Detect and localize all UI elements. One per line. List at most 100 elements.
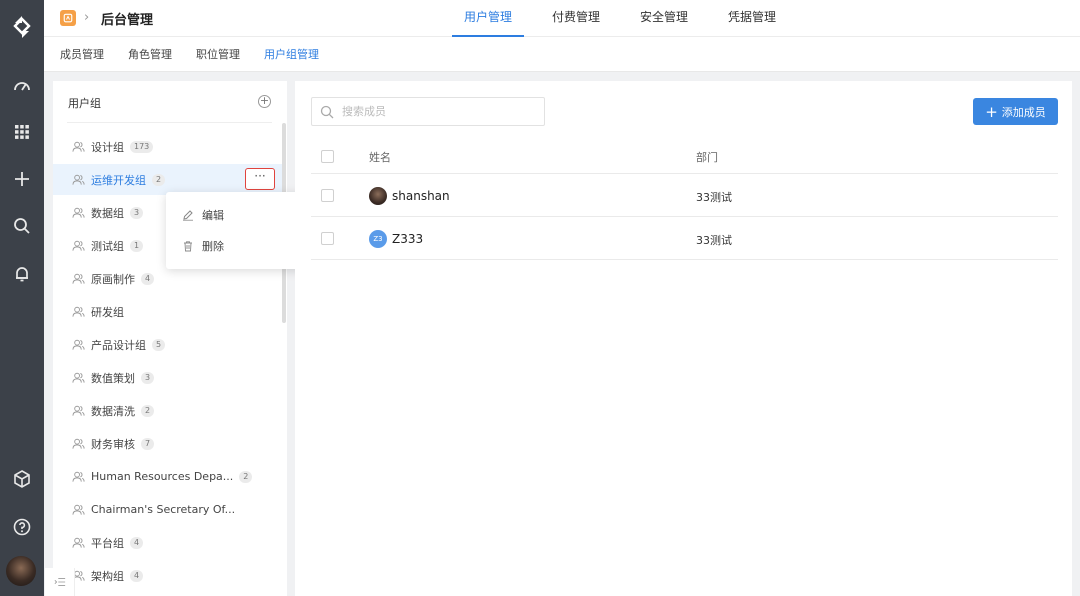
cube-icon[interactable] [11, 468, 33, 490]
group-name: 设计组 [91, 140, 124, 154]
group-item[interactable]: Human Resources Depa... 2 [53, 461, 282, 492]
group-name: 数据清洗 [91, 404, 135, 418]
users-icon [72, 207, 85, 218]
group-item[interactable]: 研发组 [53, 296, 282, 327]
group-count-badge: 1 [130, 239, 144, 252]
sub-nav: 成员管理 角色管理 职位管理 用户组管理 [44, 37, 1080, 72]
group-count-badge: 173 [130, 140, 154, 153]
users-icon [72, 339, 85, 350]
member-name: shanshan [392, 189, 450, 203]
member-avatar [369, 187, 387, 205]
tab-credential-management[interactable]: 凭据管理 [716, 0, 788, 37]
group-name: 架构组 [91, 569, 124, 583]
group-name: 数值策划 [91, 371, 135, 385]
group-panel: 用户组 + 设计组 173 运维开发组 2 ··· 数据组 3 测试组 1 原画制作 4 研发组 产品设… [53, 81, 287, 596]
member-name-cell: shanshan [369, 187, 450, 205]
list-indent-icon [54, 578, 65, 586]
add-group-icon[interactable]: + [258, 95, 271, 108]
main-content: + 添加成员 姓名 部门 shanshan 33测试 Z3 Z333 33测试 [295, 81, 1072, 596]
divider [67, 122, 272, 123]
group-item[interactable]: Chairman's Secretary Of... [53, 494, 282, 525]
more-actions-button[interactable]: ··· [245, 168, 275, 190]
users-icon [72, 240, 85, 251]
group-item[interactable]: 设计组 173 [53, 131, 282, 162]
app-title: 后台管理 [101, 13, 154, 28]
member-name: Z333 [392, 232, 424, 246]
table-row[interactable]: Z3 Z333 33测试 [311, 217, 1058, 260]
group-count-badge: 2 [141, 404, 155, 417]
apps-grid-icon[interactable] [11, 121, 33, 143]
subtab-positions[interactable]: 职位管理 [196, 46, 240, 62]
group-name: 产品设计组 [91, 338, 146, 352]
member-department: 33测试 [696, 234, 732, 247]
group-name: 平台组 [91, 536, 124, 550]
user-avatar[interactable] [6, 556, 36, 586]
users-icon [72, 405, 85, 416]
top-tabs: 用户管理 付费管理 安全管理 凭据管理 [452, 0, 804, 37]
top-bar: › 后台管理 用户管理 付费管理 安全管理 凭据管理 [44, 0, 1080, 37]
column-header-department: 部门 [696, 151, 718, 164]
subtab-roles[interactable]: 角色管理 [128, 46, 172, 62]
group-count-badge: 2 [239, 470, 253, 483]
group-item[interactable]: 财务审核 7 [53, 428, 282, 459]
add-member-button[interactable]: + 添加成员 [973, 98, 1058, 125]
menu-item-delete[interactable]: 删除 [182, 237, 224, 255]
users-icon [72, 306, 85, 317]
member-name-cell: Z3 Z333 [369, 230, 423, 248]
group-name: 原画制作 [91, 272, 135, 286]
group-name: Human Resources Depa... [91, 470, 234, 483]
search-box [311, 97, 545, 126]
menu-item-label: 编辑 [202, 209, 224, 222]
search-input[interactable] [342, 105, 532, 118]
group-count-badge: 3 [130, 206, 144, 219]
group-name: 数据组 [91, 206, 124, 220]
group-count-badge: 2 [152, 173, 166, 186]
group-item[interactable]: 产品设计组 5 [53, 329, 282, 360]
collapse-sidebar-button[interactable] [45, 568, 75, 596]
edit-icon [183, 210, 193, 221]
subtab-user-groups[interactable]: 用户组管理 [264, 46, 319, 62]
member-avatar-initials: Z3 [369, 230, 387, 248]
tab-billing-management[interactable]: 付费管理 [540, 0, 612, 37]
group-count-badge: 4 [130, 569, 144, 582]
menu-item-edit[interactable]: 编辑 [182, 206, 224, 224]
group-count-badge: 3 [141, 371, 155, 384]
group-item[interactable]: 数值策划 3 [53, 362, 282, 393]
subtab-members[interactable]: 成员管理 [60, 46, 104, 62]
dashboard-icon[interactable] [11, 75, 33, 97]
users-icon [72, 471, 85, 482]
group-count-badge: 4 [141, 272, 155, 285]
users-icon [72, 537, 85, 548]
tab-security-management[interactable]: 安全管理 [628, 0, 700, 37]
group-item[interactable]: 架构组 4 [53, 560, 282, 591]
group-count-badge: 5 [152, 338, 166, 351]
app-icon [60, 10, 76, 26]
trash-icon [184, 241, 192, 252]
column-header-name: 姓名 [369, 151, 391, 164]
users-icon [72, 273, 85, 284]
users-icon [72, 141, 85, 152]
group-panel-title: 用户组 [68, 97, 101, 110]
help-icon[interactable] [11, 516, 33, 538]
logo-icon[interactable] [9, 14, 35, 40]
group-name: 测试组 [91, 239, 124, 253]
search-icon [320, 105, 334, 118]
select-all-checkbox[interactable] [321, 150, 334, 163]
users-icon [72, 174, 85, 185]
row-checkbox[interactable] [321, 189, 334, 202]
tab-user-management[interactable]: 用户管理 [452, 0, 525, 37]
group-item[interactable]: 数据清洗 2 [53, 395, 282, 426]
row-checkbox[interactable] [321, 232, 334, 245]
search-icon[interactable] [11, 215, 33, 237]
users-icon [72, 504, 85, 515]
member-department: 33测试 [696, 191, 732, 204]
plus-icon: + [985, 102, 998, 121]
group-count-badge: 7 [141, 437, 155, 450]
plus-icon[interactable] [11, 168, 33, 190]
users-icon [72, 372, 85, 383]
group-item[interactable]: 运维开发组 2 ··· [53, 164, 282, 195]
members-table: 姓名 部门 shanshan 33测试 Z3 Z333 33测试 [311, 138, 1058, 260]
table-row[interactable]: shanshan 33测试 [311, 174, 1058, 217]
group-item[interactable]: 平台组 4 [53, 527, 282, 558]
bell-icon[interactable] [11, 263, 33, 285]
